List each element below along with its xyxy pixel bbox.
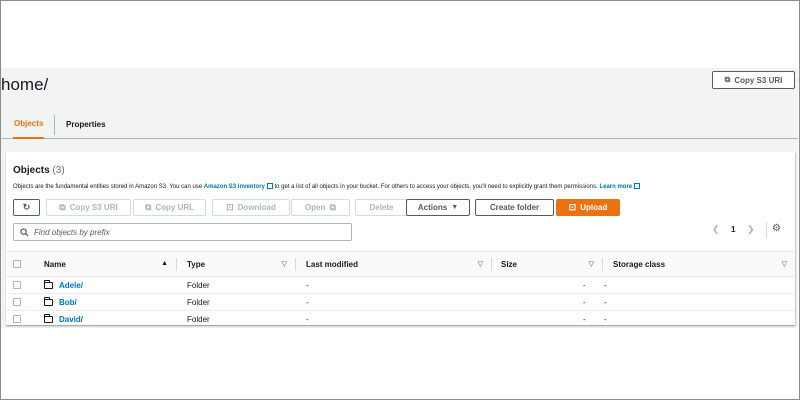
copy-s3-uri-header-button[interactable]: ⧉ Copy S3 URI bbox=[712, 71, 795, 89]
delete-label: Delete bbox=[369, 203, 394, 212]
create-folder-label: Create folder bbox=[489, 203, 540, 212]
tab-divider bbox=[54, 115, 55, 135]
name-cell: Adele/ bbox=[32, 277, 176, 294]
type-cell: Folder bbox=[187, 280, 210, 290]
s3-inventory-link[interactable]: Amazon S3 inventory bbox=[204, 184, 265, 190]
name-cell: David/ bbox=[32, 311, 176, 328]
size-cell: - bbox=[583, 297, 586, 307]
chevron-left-icon[interactable]: ❮ bbox=[712, 224, 720, 235]
last-modified-cell: - bbox=[306, 280, 309, 290]
table-row[interactable]: Bob/ Folder - - - bbox=[6, 294, 795, 311]
copy-icon: ⧉ bbox=[144, 202, 152, 212]
external-link-icon bbox=[634, 183, 641, 189]
tab-properties[interactable]: Properties bbox=[66, 110, 106, 139]
size-cell: - bbox=[583, 280, 586, 290]
copy-icon: ⧉ bbox=[724, 75, 731, 84]
row-checkbox[interactable] bbox=[13, 315, 21, 324]
sort-icon: ▽ bbox=[477, 261, 483, 268]
storage-class-cell: - bbox=[604, 280, 607, 290]
column-last-modified-label: Last modified bbox=[306, 259, 359, 269]
upload-icon: ⊡ bbox=[568, 202, 577, 212]
last-modified-cell: - bbox=[306, 297, 309, 307]
delete-button[interactable]: Delete bbox=[355, 199, 408, 216]
row-checkbox[interactable] bbox=[13, 281, 21, 290]
objects-description: Objects are the fundamental entities sto… bbox=[13, 183, 773, 190]
size-cell: - bbox=[583, 314, 586, 324]
select-all-cell bbox=[6, 252, 32, 277]
column-name-label: Name bbox=[44, 259, 66, 269]
name-cell: Bob/ bbox=[32, 294, 176, 311]
column-size-label: Size bbox=[501, 259, 518, 269]
gear-icon[interactable]: ⚙ bbox=[772, 223, 781, 234]
column-size[interactable]: Size ▽ bbox=[491, 252, 602, 277]
caret-down-icon: ▼ bbox=[451, 204, 459, 211]
sort-icon: ▽ bbox=[588, 261, 594, 268]
page-title: home/ bbox=[1, 75, 49, 94]
row-select-cell bbox=[6, 311, 32, 328]
desc-middle: to get a list of all objects in your buc… bbox=[272, 184, 600, 190]
learn-more-link[interactable]: Learn more bbox=[599, 184, 632, 190]
actions-dropdown[interactable]: Actions ▼ bbox=[406, 199, 470, 216]
objects-panel: Objects (3) Objects are the fundamental … bbox=[6, 152, 795, 328]
type-cell: Folder bbox=[187, 314, 210, 324]
download-button[interactable]: ⊡ Download bbox=[212, 199, 290, 216]
column-type[interactable]: Type ▽ bbox=[176, 252, 295, 277]
upload-button[interactable]: ⊡ Upload bbox=[556, 199, 620, 216]
row-checkbox[interactable] bbox=[13, 298, 21, 307]
tab-bar: Objects Properties bbox=[1, 110, 798, 139]
column-storage-class[interactable]: Storage class ▽ bbox=[602, 252, 795, 277]
search-input[interactable] bbox=[34, 227, 334, 237]
copy-s3-uri-label: Copy S3 URI bbox=[69, 203, 118, 212]
copy-s3-uri-header-label: Copy S3 URI bbox=[734, 75, 783, 85]
open-button[interactable]: Open ⧉ bbox=[291, 199, 350, 216]
column-name[interactable]: Name ▲ bbox=[32, 252, 176, 277]
column-type-label: Type bbox=[187, 259, 206, 269]
refresh-button[interactable]: ↻ bbox=[13, 199, 40, 216]
table-header-row: Name ▲ Type ▽ Last modified ▽ Size ▽ Sto… bbox=[6, 251, 795, 277]
objects-table: Name ▲ Type ▽ Last modified ▽ Size ▽ Sto… bbox=[6, 251, 795, 328]
folder-icon bbox=[44, 296, 53, 306]
download-icon: ⊡ bbox=[226, 202, 234, 212]
folder-link[interactable]: Bob/ bbox=[59, 298, 77, 307]
sort-asc-icon: ▲ bbox=[161, 260, 168, 267]
objects-count: (3) bbox=[52, 165, 65, 176]
chevron-right-icon[interactable]: ❯ bbox=[747, 224, 755, 235]
upload-label: Upload bbox=[580, 203, 608, 212]
storage-class-cell: - bbox=[604, 314, 607, 324]
folder-icon bbox=[44, 313, 53, 323]
folder-link[interactable]: David/ bbox=[59, 315, 83, 324]
select-all-checkbox[interactable] bbox=[13, 260, 21, 269]
sort-icon: ▽ bbox=[281, 261, 287, 268]
desc-prefix: Objects are the fundamental entities sto… bbox=[13, 184, 204, 190]
copy-url-label: Copy URL bbox=[155, 203, 195, 212]
copy-icon: ⧉ bbox=[59, 202, 66, 212]
download-label: Download bbox=[237, 203, 276, 212]
column-last-modified[interactable]: Last modified ▽ bbox=[295, 252, 491, 277]
refresh-icon: ↻ bbox=[22, 202, 31, 212]
copy-s3-uri-button[interactable]: ⧉ Copy S3 URI bbox=[46, 199, 131, 216]
row-select-cell bbox=[6, 294, 32, 311]
folder-icon bbox=[44, 279, 53, 289]
sort-icon: ▽ bbox=[781, 261, 787, 268]
last-modified-cell: - bbox=[306, 314, 309, 324]
search-icon bbox=[20, 227, 29, 237]
actions-label: Actions bbox=[417, 203, 448, 212]
objects-heading-label: Objects bbox=[13, 165, 50, 176]
storage-class-cell: - bbox=[604, 297, 607, 307]
copy-url-button[interactable]: ⧉ Copy URL bbox=[133, 199, 206, 216]
external-link-icon: ⧉ bbox=[329, 202, 336, 212]
tab-objects[interactable]: Objects bbox=[13, 110, 45, 139]
table-row[interactable]: Adele/ Folder - - - bbox=[6, 277, 795, 294]
column-storage-class-label: Storage class bbox=[613, 259, 666, 269]
open-label: Open bbox=[305, 203, 326, 212]
objects-heading: Objects (3) bbox=[13, 165, 65, 176]
page-number[interactable]: 1 bbox=[731, 225, 735, 234]
pager-divider bbox=[766, 222, 767, 238]
folder-link[interactable]: Adele/ bbox=[59, 281, 83, 290]
create-folder-button[interactable]: Create folder bbox=[475, 199, 554, 216]
type-cell: Folder bbox=[187, 297, 210, 307]
table-row[interactable]: David/ Folder - - - bbox=[6, 311, 795, 328]
search-box bbox=[13, 223, 352, 241]
row-select-cell bbox=[6, 277, 32, 294]
